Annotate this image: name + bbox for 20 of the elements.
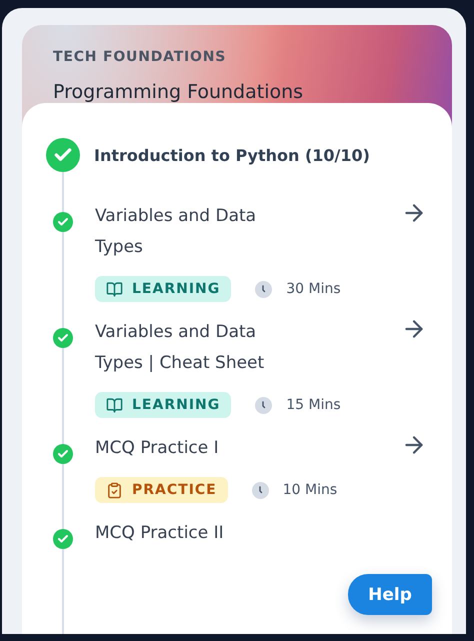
module-title[interactable]: Introduction to Python (10/10) (94, 146, 370, 164)
book-icon (106, 396, 123, 414)
lesson-type-tag: LEARNING (95, 276, 232, 302)
lesson-title[interactable]: MCQ Practice II (95, 518, 295, 549)
lesson-title[interactable]: MCQ Practice I (95, 433, 295, 464)
lesson-type-tag: LEARNING (95, 392, 232, 418)
lesson-duration: 10 Mins (282, 482, 338, 498)
lesson-duration: 15 Mins (286, 397, 341, 413)
course-category: TECH FOUNDATIONS (53, 49, 228, 65)
help-button[interactable]: Help (348, 574, 432, 615)
clock-icon (255, 280, 272, 298)
lesson-type-tag: PRACTICE (95, 477, 228, 503)
lesson-title[interactable]: Variables and Data Types (95, 201, 295, 263)
clock-icon (252, 482, 269, 498)
lesson-duration: 30 Mins (286, 281, 341, 297)
clipboard-check-icon (106, 482, 123, 498)
clock-icon (255, 396, 272, 414)
lesson-title[interactable]: Variables and Data Types | Cheat Sheet (95, 317, 295, 379)
book-icon (106, 280, 123, 298)
course-title: Programming Foundations (53, 81, 304, 103)
